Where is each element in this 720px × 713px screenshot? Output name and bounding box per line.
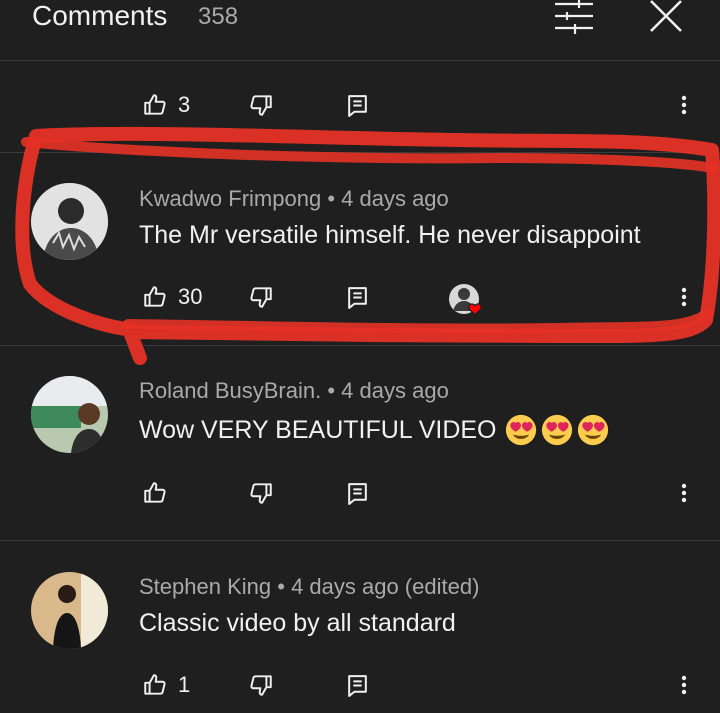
meta-separator: •	[277, 574, 292, 599]
dislike-button[interactable]	[248, 667, 274, 703]
thumbs-down-icon	[248, 672, 274, 698]
thumbs-up-icon	[142, 672, 168, 698]
comment-timestamp: 4 days ago (edited)	[291, 574, 480, 599]
comment-meta: Stephen King • 4 days ago (edited)	[139, 574, 479, 600]
vertical-dots-icon	[672, 673, 696, 697]
reply-button[interactable]	[345, 667, 370, 703]
like-button[interactable]: 1	[142, 667, 190, 703]
reply-icon	[345, 673, 370, 698]
more-options-button[interactable]	[672, 667, 696, 703]
comment-actions: 1	[0, 667, 720, 703]
avatar[interactable]	[31, 572, 108, 649]
comment-item: Stephen King • 4 days ago (edited) Class…	[0, 0, 720, 713]
comment-text: Classic video by all standard	[139, 609, 456, 637]
comment-author[interactable]: Stephen King	[139, 574, 271, 599]
like-count: 1	[178, 672, 191, 697]
